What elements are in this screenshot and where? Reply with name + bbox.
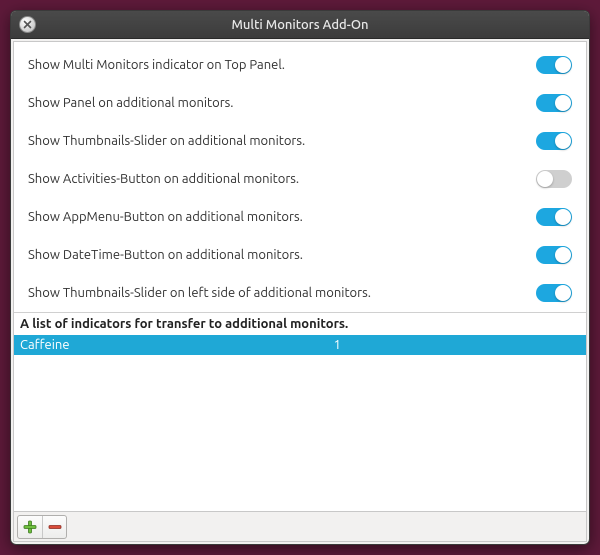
toggle-knob [555, 209, 571, 225]
close-button[interactable] [19, 16, 36, 33]
indicators-header: A list of indicators for transfer to add… [14, 312, 586, 335]
setting-row: Show AppMenu-Button on additional monito… [14, 198, 586, 236]
setting-row: Show Panel on additional monitors. [14, 84, 586, 122]
indicator-name: Caffeine [20, 338, 334, 352]
toggle-switch[interactable] [536, 284, 572, 302]
setting-row: Show Thumbnails-Slider on left side of a… [14, 274, 586, 312]
list-item[interactable]: Caffeine1 [14, 335, 586, 355]
setting-label: Show Thumbnails-Slider on additional mon… [28, 134, 536, 148]
toggle-switch[interactable] [536, 170, 572, 188]
toggle-knob [555, 247, 571, 263]
toggle-knob [555, 285, 571, 301]
setting-label: Show Thumbnails-Slider on left side of a… [28, 286, 536, 300]
content-area: Show Multi Monitors indicator on Top Pan… [13, 41, 587, 542]
settings-list: Show Multi Monitors indicator on Top Pan… [14, 42, 586, 312]
toggle-knob [537, 171, 553, 187]
settings-window: Multi Monitors Add-On Show Multi Monitor… [10, 10, 590, 545]
toggle-switch[interactable] [536, 56, 572, 74]
setting-label: Show AppMenu-Button on additional monito… [28, 210, 536, 224]
minus-icon [48, 520, 62, 534]
add-remove-group [17, 515, 67, 539]
setting-label: Show DateTime-Button on additional monit… [28, 248, 536, 262]
indicators-list[interactable]: Caffeine1 [14, 335, 586, 511]
setting-row: Show Activities-Button on additional mon… [14, 160, 586, 198]
toggle-knob [555, 57, 571, 73]
setting-row: Show Multi Monitors indicator on Top Pan… [14, 46, 586, 84]
toggle-switch[interactable] [536, 208, 572, 226]
toggle-knob [555, 133, 571, 149]
toggle-switch[interactable] [536, 132, 572, 150]
toggle-switch[interactable] [536, 246, 572, 264]
toggle-knob [555, 95, 571, 111]
setting-row: Show Thumbnails-Slider on additional mon… [14, 122, 586, 160]
indicator-count: 1 [334, 338, 580, 352]
setting-row: Show DateTime-Button on additional monit… [14, 236, 586, 274]
titlebar: Multi Monitors Add-On [11, 11, 589, 39]
remove-button[interactable] [42, 516, 66, 538]
toolbar [14, 511, 586, 541]
close-icon [23, 20, 32, 29]
add-button[interactable] [18, 516, 42, 538]
setting-label: Show Panel on additional monitors. [28, 96, 536, 110]
window-title: Multi Monitors Add-On [11, 18, 589, 32]
toggle-switch[interactable] [536, 94, 572, 112]
setting-label: Show Activities-Button on additional mon… [28, 172, 536, 186]
setting-label: Show Multi Monitors indicator on Top Pan… [28, 58, 536, 72]
plus-icon [23, 520, 37, 534]
